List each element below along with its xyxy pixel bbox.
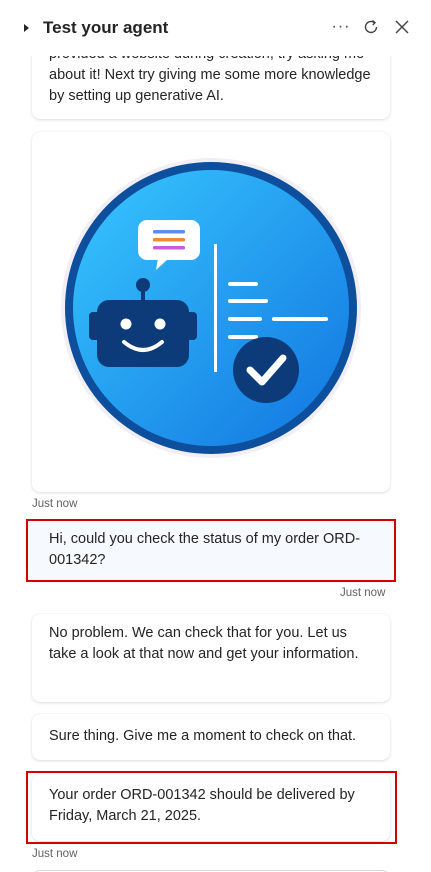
agent-illustration-card	[32, 132, 390, 492]
user-message-highlight	[26, 519, 396, 582]
bot-message: Sure thing. Give me a moment to check on…	[32, 714, 390, 760]
close-icon[interactable]	[391, 14, 413, 40]
user-message-timestamp: Just now	[340, 587, 386, 599]
collapse-caret-icon[interactable]	[24, 24, 29, 32]
agent-robot-illustration-icon	[61, 158, 361, 458]
bot-message-text: No problem. We can check that for you. L…	[49, 625, 359, 662]
image-timestamp: Just now	[32, 498, 78, 510]
bot-message: No problem. We can check that for you. L…	[32, 614, 390, 702]
refresh-icon[interactable]	[360, 14, 382, 40]
panel-header: Test your agent ···	[0, 0, 431, 56]
bot-message-text: Sure thing. Give me a moment to check on…	[49, 728, 357, 744]
more-options-icon[interactable]: ···	[330, 14, 352, 40]
panel-title: Test your agent	[43, 18, 169, 37]
bot-message-timestamp: Just now	[32, 848, 78, 860]
bot-message-intro: provided a website during creation, try …	[32, 46, 390, 119]
bot-answer-highlight	[26, 771, 397, 844]
chat-scroll-area[interactable]: provided a website during creation, try …	[0, 46, 431, 872]
